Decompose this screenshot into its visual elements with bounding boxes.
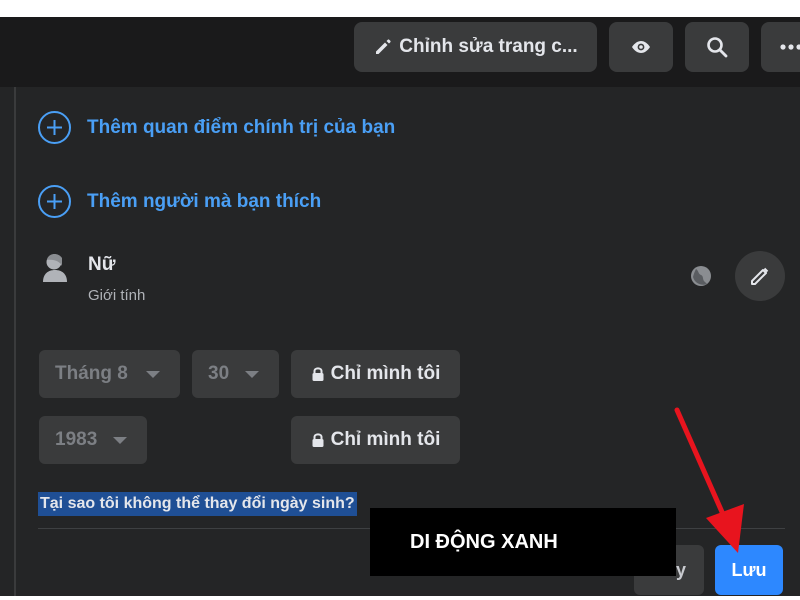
search-button[interactable] [685, 22, 749, 72]
birth-day-select[interactable]: 30 [192, 350, 279, 398]
birthday-privacy-label: Chỉ mình tôi [330, 363, 441, 384]
caret-down-icon [113, 437, 127, 444]
lock-icon [312, 367, 324, 381]
globe-privacy-icon[interactable] [690, 265, 712, 287]
plus-circle-icon [38, 111, 71, 144]
birth-month-select[interactable]: Tháng 8 [39, 350, 180, 398]
caret-down-icon [245, 371, 259, 378]
eye-icon [632, 41, 650, 53]
panel-left-border [14, 87, 16, 600]
view-as-button[interactable] [609, 22, 673, 72]
red-arrow-annotation [674, 407, 744, 553]
add-interested-in-link[interactable]: Thêm người mà bạn thích [38, 185, 321, 218]
gender-caption: Giới tính [88, 287, 146, 304]
caret-down-icon [146, 371, 160, 378]
add-interested-in-label: Thêm người mà bạn thích [87, 190, 322, 212]
more-icon [780, 44, 800, 50]
birth-year-privacy-button[interactable]: Chỉ mình tôi [291, 416, 460, 464]
watermark-label: DI ĐỘNG XANH [370, 508, 676, 576]
pencil-icon [751, 267, 769, 285]
edit-gender-button[interactable] [735, 251, 785, 301]
edit-page-button[interactable]: Chỉnh sửa trang c... [354, 22, 597, 72]
birth-year-privacy-label: Chỉ mình tôi [330, 429, 441, 450]
why-cant-change-birthday-link[interactable]: Tại sao tôi không thể thay đổi ngày sinh… [38, 492, 357, 516]
search-icon [707, 37, 728, 58]
add-political-views-label: Thêm quan điểm chính trị của bạn [87, 116, 396, 138]
gender-value: Nữ [88, 254, 116, 275]
frame-bottom-edge [0, 596, 800, 600]
birthday-privacy-button[interactable]: Chỉ mình tôi [291, 350, 460, 398]
lock-icon [312, 433, 324, 447]
birth-year-value: 1983 [55, 429, 98, 450]
plus-circle-icon [38, 185, 71, 218]
birth-month-value: Tháng 8 [55, 363, 128, 384]
birth-year-select[interactable]: 1983 [39, 416, 147, 464]
pencil-icon [376, 39, 391, 54]
gender-person-icon [43, 254, 67, 282]
add-political-views-link[interactable]: Thêm quan điểm chính trị của bạn [38, 111, 395, 144]
edit-page-label: Chỉnh sửa trang c... [399, 36, 578, 57]
more-options-button[interactable] [761, 22, 800, 72]
birth-day-value: 30 [208, 363, 230, 384]
